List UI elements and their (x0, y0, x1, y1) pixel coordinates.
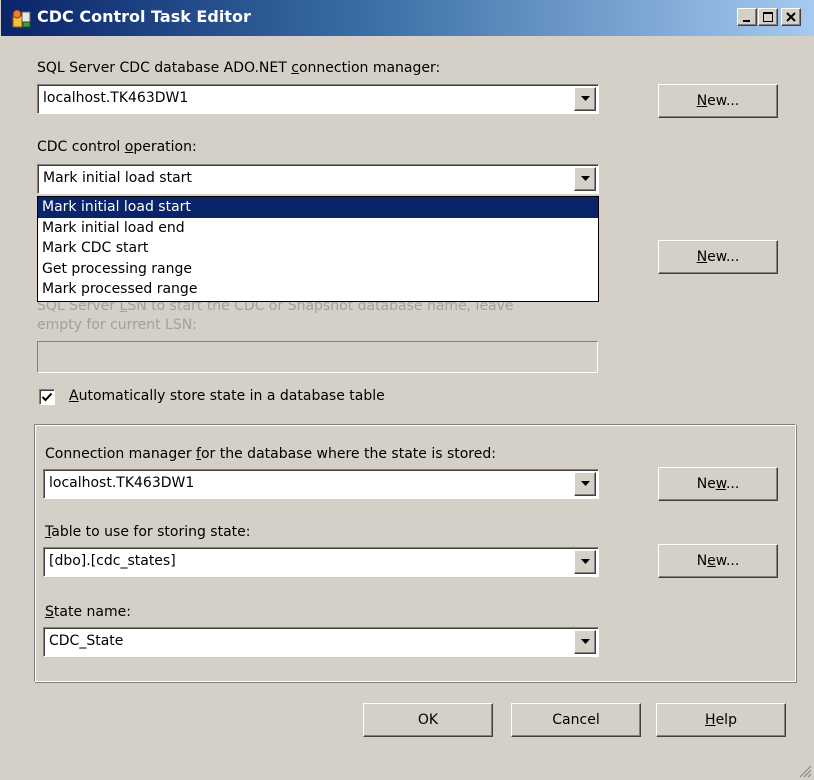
chevron-down-icon (581, 559, 590, 564)
state-table-dropdown-button[interactable] (574, 550, 596, 574)
auto-store-state-checkbox[interactable] (39, 389, 55, 405)
title-bar[interactable]: CDC Control Task Editor (1, 0, 814, 36)
close-icon (786, 12, 796, 22)
cdc-operation-value: Mark initial load start (43, 170, 192, 186)
cdc-operation-select[interactable]: Mark initial load start (37, 164, 599, 194)
cdc-operation-label: CDC control operation: (37, 139, 197, 155)
connection-manager-label: SQL Server CDC database ADO.NET connecti… (37, 60, 441, 76)
chevron-down-icon (581, 176, 590, 181)
close-button[interactable] (781, 8, 801, 26)
help-button[interactable]: Help (656, 703, 786, 737)
dropdown-option[interactable]: Mark initial load end (38, 218, 598, 239)
minimize-icon (743, 20, 750, 22)
minimize-button[interactable] (737, 8, 757, 26)
dropdown-option[interactable]: Mark processed range (38, 279, 598, 300)
state-name-select[interactable]: CDC_State (43, 627, 599, 657)
chevron-down-icon (581, 96, 590, 101)
checkmark-icon (41, 392, 53, 402)
state-connection-select[interactable]: localhost.TK463DW1 (43, 469, 599, 499)
connection-manager-select[interactable]: localhost.TK463DW1 (37, 84, 599, 114)
new-state-connection-button[interactable]: New... (658, 467, 778, 501)
task-editor-app-icon (11, 8, 33, 30)
state-connection-dropdown-button[interactable] (574, 472, 596, 496)
state-table-select[interactable]: [dbo].[cdc_states] (43, 547, 599, 577)
state-connection-label: Connection manager for the database wher… (45, 446, 496, 462)
cdc-control-task-editor-window: CDC Control Task Editor SQL Server CDC d… (0, 0, 814, 780)
cdc-operation-dropdown-list[interactable]: Mark initial load start Mark initial loa… (37, 196, 599, 302)
new-variable-button[interactable]: New... (658, 240, 778, 274)
state-table-label: Table to use for storing state: (45, 524, 251, 540)
maximize-button[interactable] (758, 8, 778, 26)
state-name-value: CDC_State (49, 633, 124, 649)
resize-grip-icon[interactable] (798, 764, 812, 778)
ok-button[interactable]: OK (363, 703, 493, 737)
dropdown-option[interactable]: Get processing range (38, 259, 598, 280)
new-connection-button[interactable]: New... (658, 84, 778, 118)
cdc-operation-dropdown-button[interactable] (574, 167, 596, 191)
lsn-label-line2: empty for current LSN: (37, 317, 197, 333)
dropdown-option[interactable]: Mark CDC start (38, 238, 598, 259)
window-title: CDC Control Task Editor (37, 7, 251, 26)
new-state-table-button[interactable]: New... (658, 544, 778, 578)
chevron-down-icon (581, 481, 590, 486)
connection-manager-value: localhost.TK463DW1 (43, 90, 189, 106)
state-connection-value: localhost.TK463DW1 (49, 475, 195, 491)
state-name-label: State name: (45, 604, 131, 620)
cancel-button[interactable]: Cancel (511, 703, 641, 737)
auto-store-state-label[interactable]: Automatically store state in a database … (69, 388, 385, 404)
state-name-dropdown-button[interactable] (574, 630, 596, 654)
maximize-icon (763, 12, 773, 22)
chevron-down-icon (581, 639, 590, 644)
state-table-value: [dbo].[cdc_states] (49, 553, 176, 569)
connection-manager-dropdown-button[interactable] (574, 87, 596, 111)
lsn-input (37, 341, 598, 373)
dropdown-option[interactable]: Mark initial load start (38, 197, 598, 218)
